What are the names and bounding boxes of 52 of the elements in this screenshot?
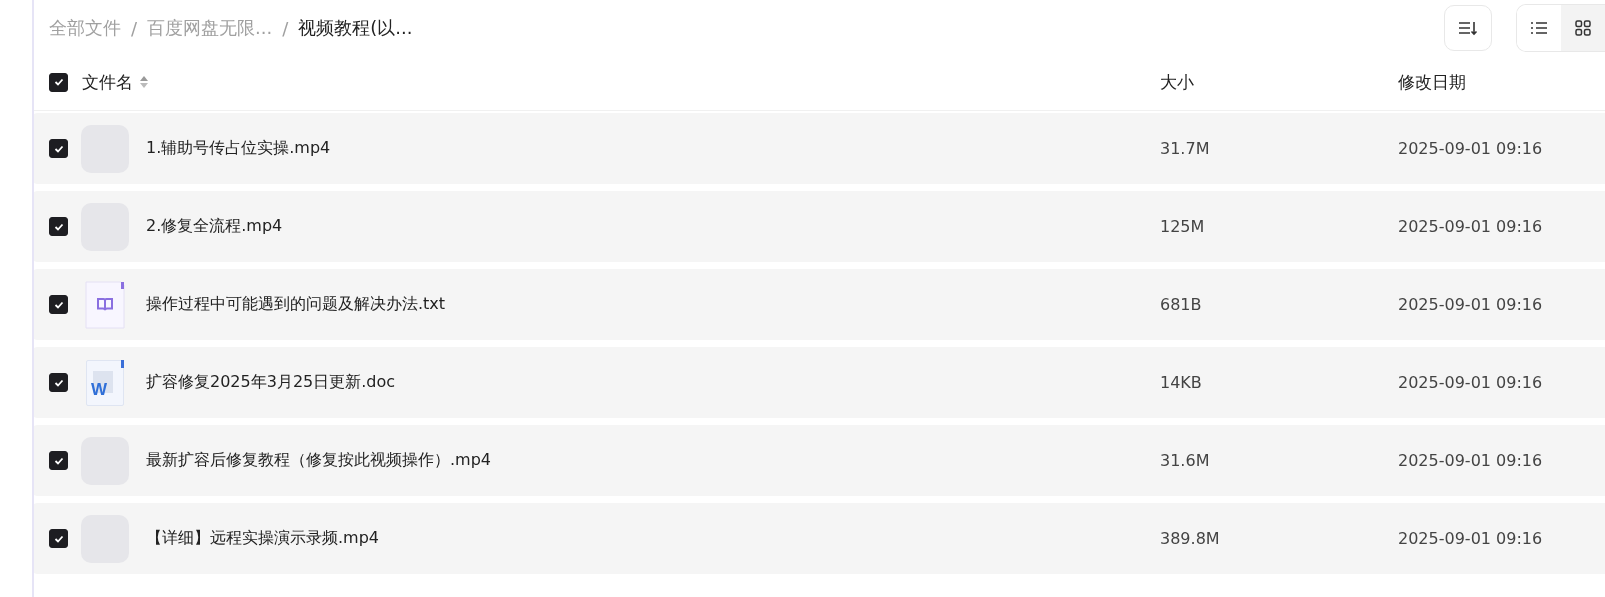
file-row[interactable]: 1.辅助号传占位实操.mp4 31.7M 2025-09-01 09:16 <box>34 113 1605 184</box>
file-size: 125M <box>1160 217 1206 236</box>
breadcrumb-separator: / <box>131 17 138 39</box>
row-checkbox[interactable] <box>49 295 68 314</box>
grid-icon <box>1575 20 1591 36</box>
row-checkbox[interactable] <box>49 217 68 236</box>
modified-date: 2025-09-01 09:16 <box>1398 217 1544 236</box>
file-size: 31.7M <box>1160 139 1211 158</box>
modified-date: 2025-09-01 09:16 <box>1398 529 1544 548</box>
check-icon <box>53 534 64 543</box>
sort-arrows-icon[interactable] <box>140 76 148 88</box>
breadcrumb-separator: / <box>282 17 289 39</box>
file-row[interactable]: 最新扩容后修复教程（修复按此视频操作）.mp4 31.6M 2025-09-01 09:16 <box>34 425 1605 496</box>
file-size: 681B <box>1160 295 1203 314</box>
check-icon <box>53 144 64 153</box>
sort-button[interactable] <box>1444 5 1492 51</box>
modified-date: 2025-09-01 09:16 <box>1398 295 1544 314</box>
row-checkbox[interactable] <box>49 529 68 548</box>
column-header: 修改日期 <box>1398 70 1467 94</box>
sort-icon <box>1458 20 1478 36</box>
column-header: 大小 <box>1160 70 1195 94</box>
file-row[interactable]: 【详细】远程实操演示录频.mp4 389.8M 2025-09-01 09:16 <box>34 503 1605 574</box>
check-icon <box>53 222 64 231</box>
file-name[interactable]: 2.修复全流程.mp4 <box>146 216 1160 237</box>
breadcrumb-link[interactable]: 视频教程(以... <box>298 16 413 40</box>
select-all-checkbox[interactable] <box>49 72 68 92</box>
file-name[interactable]: 1.辅助号传占位实操.mp4 <box>146 138 1160 159</box>
file-name[interactable]: 【详细】远程实操演示录频.mp4 <box>146 528 1160 549</box>
word-document-icon: W <box>86 359 124 406</box>
file-row[interactable]: 2.修复全流程.mp4 125M 2025-09-01 09:16 <box>34 191 1605 262</box>
file-row[interactable]: 操作过程中可能遇到的问题及解决办法.txt 681B 2025-09-01 09:16 <box>34 269 1605 340</box>
row-checkbox[interactable] <box>49 373 68 392</box>
check-icon <box>53 378 64 387</box>
row-checkbox[interactable] <box>49 451 68 470</box>
file-size: 31.6M <box>1160 451 1211 470</box>
check-icon <box>53 300 64 309</box>
file-row[interactable]: W 扩容修复2025年3月25日更新.doc 14KB 2025-09-01 09:16 <box>34 347 1605 418</box>
file-name[interactable]: 最新扩容后修复教程（修复按此视频操作）.mp4 <box>146 450 1160 471</box>
modified-date: 2025-09-01 09:16 <box>1398 451 1544 470</box>
file-size: 389.8M <box>1160 529 1221 548</box>
row-checkbox[interactable] <box>49 139 68 158</box>
text-file-icon <box>85 280 125 329</box>
check-icon <box>53 78 64 86</box>
modified-date: 2025-09-01 09:16 <box>1398 373 1544 392</box>
check-icon <box>53 456 64 465</box>
file-name[interactable]: 操作过程中可能遇到的问题及解决办法.txt <box>146 294 1160 315</box>
modified-date: 2025-09-01 09:16 <box>1398 139 1544 158</box>
file-name[interactable]: 扩容修复2025年3月25日更新.doc <box>146 372 1160 393</box>
column-header: 文件名 <box>82 70 133 94</box>
file-size: 14KB <box>1160 373 1203 392</box>
grid-view-button[interactable] <box>1561 5 1605 51</box>
list-icon <box>1530 21 1548 35</box>
